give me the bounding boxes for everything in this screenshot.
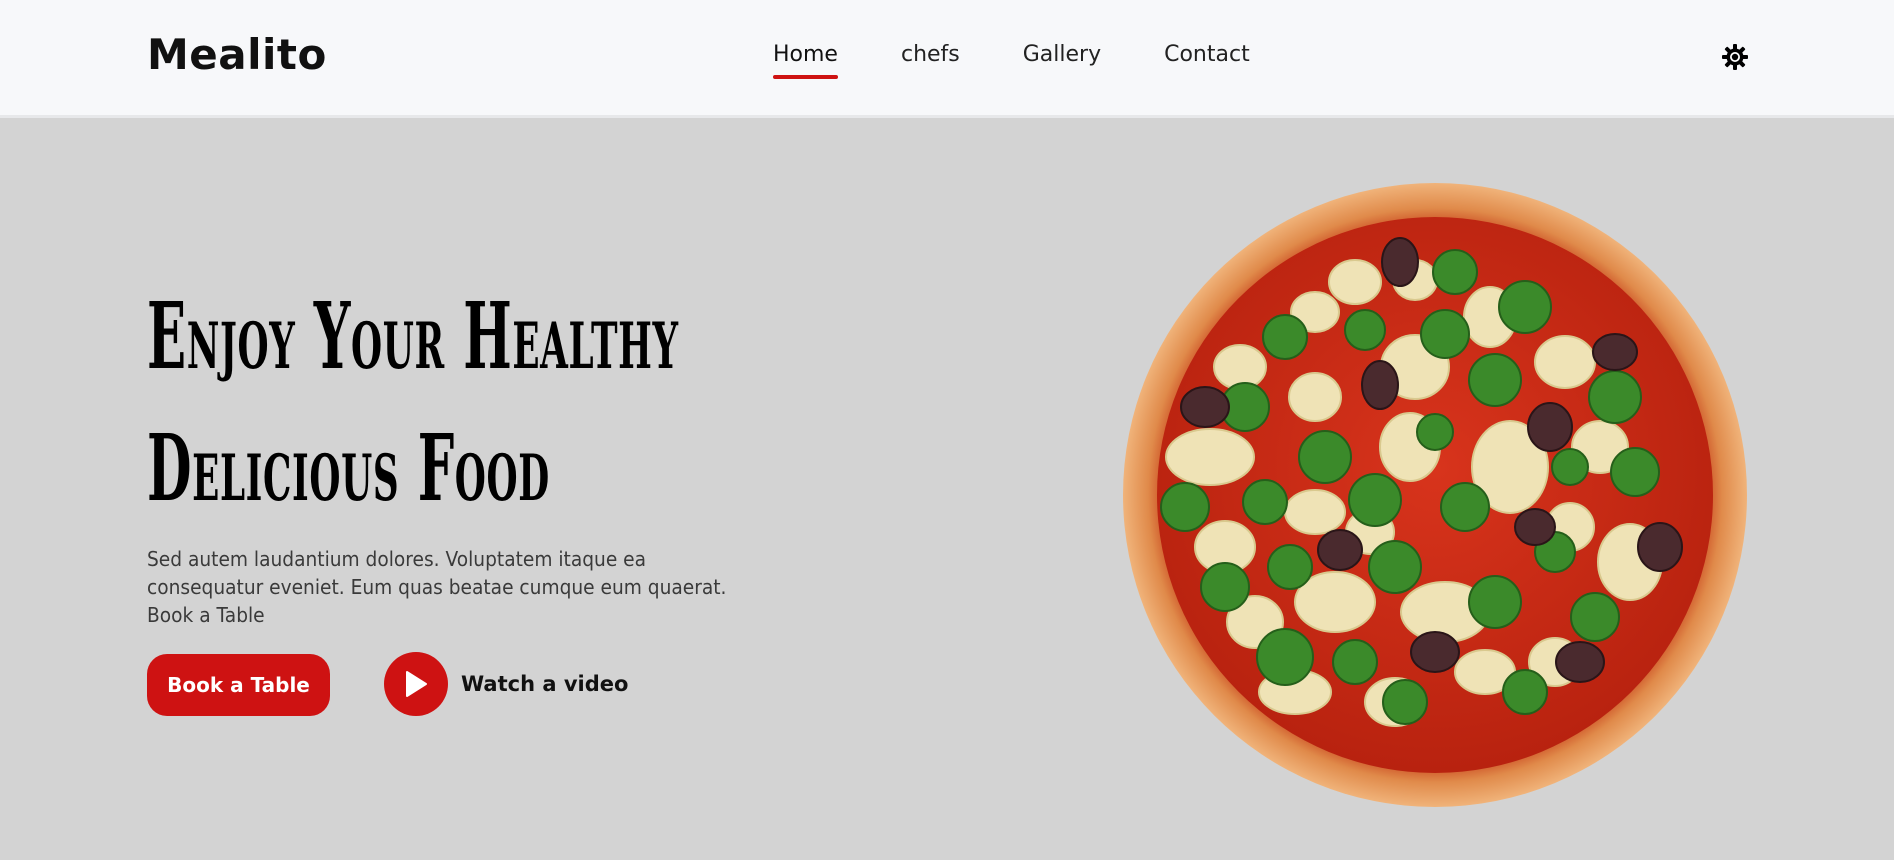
- main-nav: Home chefs Gallery Contact: [773, 42, 1313, 79]
- theme-toggle-button[interactable]: [1720, 42, 1750, 72]
- nav-item-chefs[interactable]: chefs: [901, 42, 960, 79]
- play-icon: [406, 671, 427, 697]
- watch-video-label[interactable]: Watch a video: [461, 672, 628, 696]
- book-table-button[interactable]: Book a Table: [147, 654, 330, 716]
- hero-title-line-2: Delicious Food: [147, 414, 550, 522]
- pizza-image: [1123, 183, 1747, 807]
- hero-title: Enjoy Your Healthy Delicious Food: [147, 270, 679, 534]
- nav-item-gallery[interactable]: Gallery: [1023, 42, 1101, 79]
- site-header: Mealito Home chefs Gallery Contact: [0, 0, 1894, 118]
- nav-item-home[interactable]: Home: [773, 42, 838, 79]
- hero-description: Sed autem laudantium dolores. Voluptatem…: [147, 547, 727, 627]
- watch-video-link[interactable]: Watch a video: [384, 652, 628, 716]
- sun-gear-icon: [1722, 44, 1748, 70]
- brand-logo[interactable]: Mealito: [147, 30, 327, 79]
- play-button[interactable]: [384, 652, 448, 716]
- hero-title-line-1: Enjoy Your Healthy: [147, 282, 679, 390]
- nav-item-contact[interactable]: Contact: [1164, 42, 1250, 79]
